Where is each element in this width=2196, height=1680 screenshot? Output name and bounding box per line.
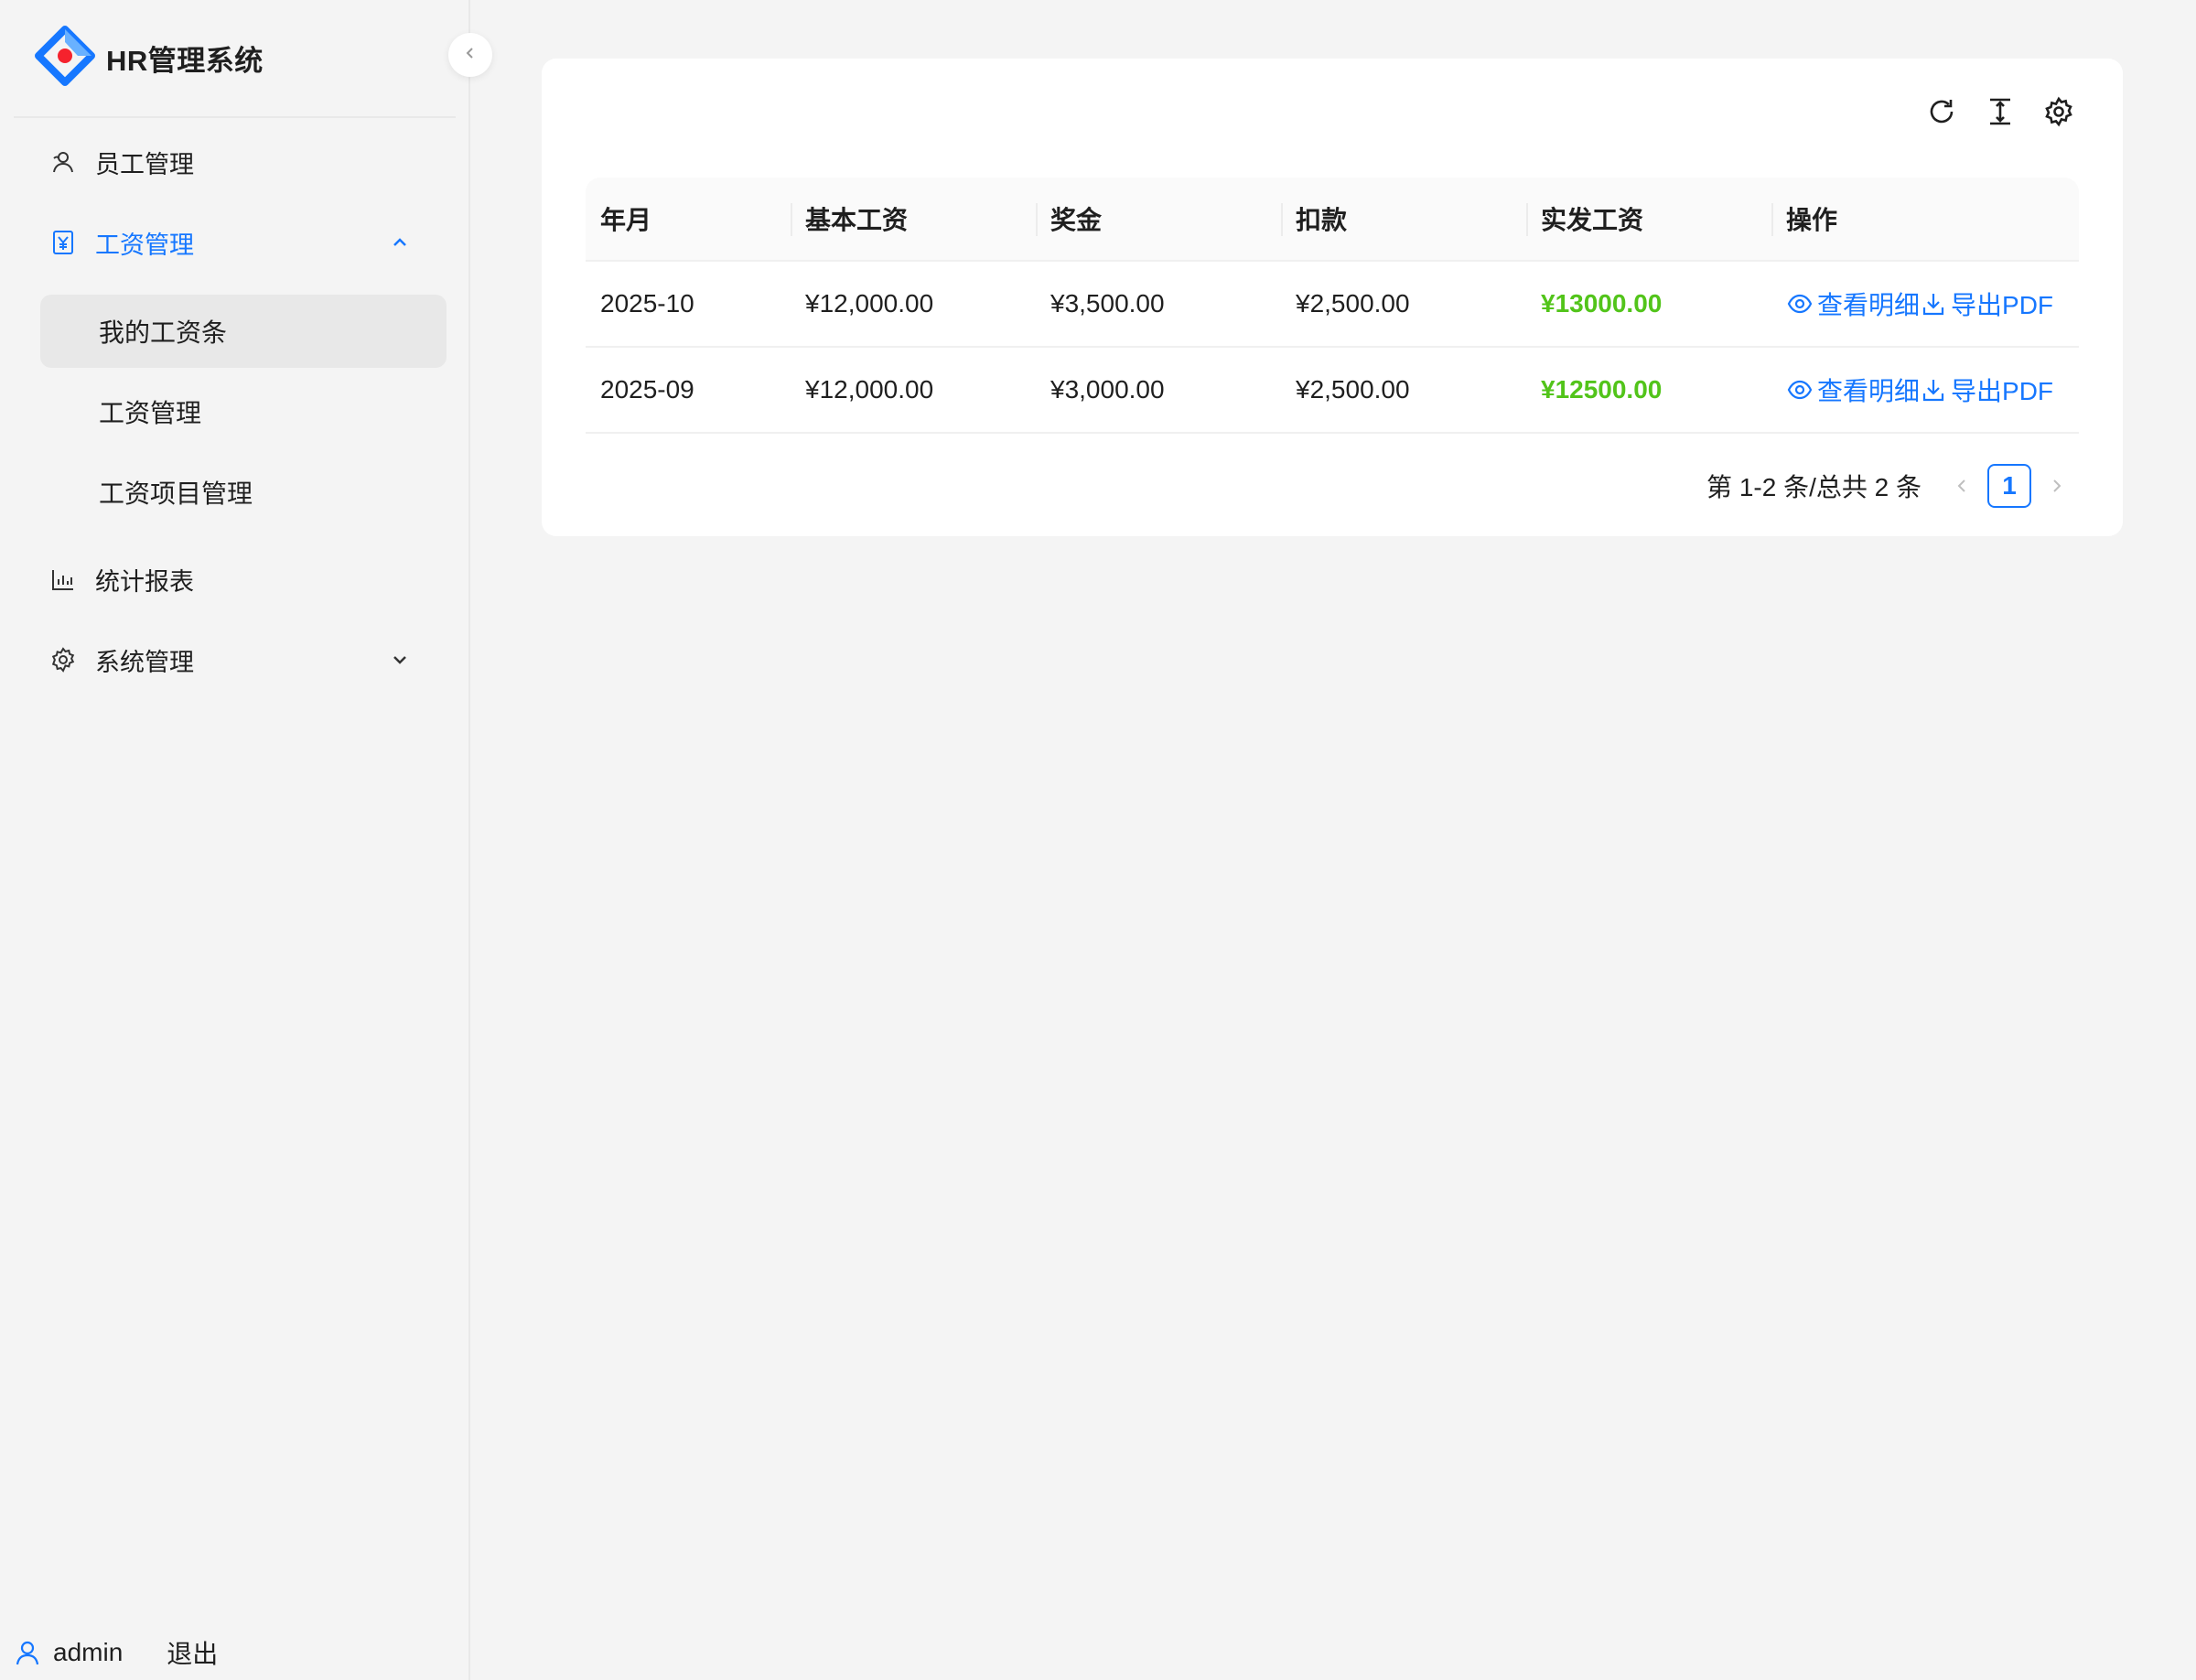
sidebar-subitem-label: 工资项目管理 bbox=[99, 479, 253, 508]
cell-bonus: ¥3,500.00 bbox=[1050, 289, 1165, 318]
eye-icon bbox=[1786, 376, 1814, 404]
column-header-label: 奖金 bbox=[1050, 206, 1103, 234]
cell-deduction: ¥2,500.00 bbox=[1296, 289, 1410, 318]
logout-button[interactable]: 退出 bbox=[167, 1634, 218, 1671]
table-toolbar bbox=[1925, 95, 2075, 128]
sidebar-item-salary[interactable]: 工资管理 bbox=[40, 210, 434, 275]
column-separator bbox=[1526, 203, 1528, 236]
page-number-current[interactable]: 1 bbox=[1987, 464, 2031, 508]
column-separator bbox=[1281, 203, 1283, 236]
payslip-card: 年月 基本工资 奖金 扣款 实发工资 操作 2025-10 ¥12,000.00… bbox=[542, 59, 2123, 536]
view-details-link[interactable]: 查看明细 bbox=[1786, 285, 1920, 322]
cell-bonus: ¥3,000.00 bbox=[1050, 375, 1165, 404]
sidebar-subitem-label: 工资管理 bbox=[99, 399, 202, 427]
cell-month: 2025-10 bbox=[600, 289, 694, 318]
chevron-down-icon bbox=[388, 648, 412, 672]
logo-icon bbox=[35, 25, 95, 91]
column-separator bbox=[1771, 203, 1773, 236]
user-icon bbox=[13, 1638, 42, 1667]
chevron-up-icon bbox=[388, 231, 412, 254]
pagination: 第 1-2 条/总共 2 条 1 bbox=[1706, 463, 2073, 509]
collapse-sidebar-button[interactable] bbox=[448, 33, 492, 77]
sidebar-item-system[interactable]: 系统管理 bbox=[40, 628, 434, 692]
chevron-left-icon bbox=[461, 44, 479, 67]
cell-net-pay: ¥12500.00 bbox=[1541, 375, 1663, 404]
user-bar: admin 退出 bbox=[13, 1631, 218, 1675]
sidebar-item-label: 员工管理 bbox=[95, 150, 194, 178]
username[interactable]: admin bbox=[53, 1638, 123, 1667]
sidebar-subitem-label: 我的工资条 bbox=[99, 318, 228, 347]
table-row: 2025-09 ¥12,000.00 ¥3,000.00 ¥2,500.00 ¥… bbox=[586, 348, 2079, 434]
column-header-label: 实发工资 bbox=[1541, 206, 1644, 234]
sidebar-item-employees[interactable]: 员工管理 bbox=[40, 130, 434, 194]
view-details-label: 查看明细 bbox=[1817, 291, 1921, 319]
pagination-total: 第 1-2 条/总共 2 条 bbox=[1706, 473, 1922, 501]
column-height-icon[interactable] bbox=[1984, 95, 2017, 128]
column-header-label: 扣款 bbox=[1296, 206, 1348, 234]
export-pdf-link[interactable]: 导出PDF bbox=[1920, 372, 2053, 408]
sidebar-item-reports[interactable]: 统计报表 bbox=[40, 547, 434, 611]
eye-icon bbox=[1786, 290, 1814, 318]
export-pdf-label: 导出PDF bbox=[1951, 377, 2054, 405]
prev-page-icon[interactable] bbox=[1945, 469, 1978, 502]
next-page-icon[interactable] bbox=[2040, 469, 2073, 502]
cell-base-salary: ¥12,000.00 bbox=[805, 289, 934, 318]
cell-actions: 查看明细 导出PDF bbox=[1771, 262, 2079, 346]
sidebar-subitem-my-payslip[interactable]: 我的工资条 bbox=[40, 295, 447, 368]
cell-actions: 查看明细 导出PDF bbox=[1771, 348, 2079, 432]
brand[interactable]: HR管理系统 bbox=[35, 25, 264, 91]
column-header-deduction[interactable]: 扣款 bbox=[1281, 178, 1526, 260]
export-pdf-label: 导出PDF bbox=[1951, 291, 2054, 319]
table-row: 2025-10 ¥12,000.00 ¥3,500.00 ¥2,500.00 ¥… bbox=[586, 262, 2079, 348]
cell-base-salary: ¥12,000.00 bbox=[805, 375, 934, 404]
sidebar: HR管理系统 员工管理 工资管理 我的工资条 工资管理 工资项目管理 统计报表 … bbox=[0, 0, 470, 1680]
column-header-bonus[interactable]: 奖金 bbox=[1036, 178, 1281, 260]
column-header-month[interactable]: 年月 bbox=[586, 178, 791, 260]
column-separator bbox=[791, 203, 792, 236]
export-pdf-link[interactable]: 导出PDF bbox=[1920, 285, 2053, 322]
sidebar-item-label: 工资管理 bbox=[95, 231, 194, 259]
cell-net-pay: ¥13000.00 bbox=[1541, 289, 1663, 318]
sidebar-subitem-salary-items[interactable]: 工资项目管理 bbox=[40, 456, 447, 529]
column-header-actions: 操作 bbox=[1771, 178, 2079, 260]
brand-divider bbox=[14, 116, 456, 118]
settings-icon bbox=[49, 646, 77, 673]
refresh-icon[interactable] bbox=[1925, 95, 1958, 128]
column-header-net-pay[interactable]: 实发工资 bbox=[1526, 178, 1771, 260]
bar-chart-icon bbox=[49, 565, 77, 593]
app-title: HR管理系统 bbox=[106, 44, 264, 77]
download-icon bbox=[1920, 290, 1947, 318]
column-separator bbox=[1036, 203, 1038, 236]
cell-deduction: ¥2,500.00 bbox=[1296, 375, 1410, 404]
yen-icon bbox=[49, 229, 77, 256]
sidebar-item-label: 系统管理 bbox=[95, 648, 194, 676]
sidebar-item-label: 统计报表 bbox=[95, 567, 194, 596]
view-details-label: 查看明细 bbox=[1817, 377, 1921, 405]
sidebar-subitem-salary-management[interactable]: 工资管理 bbox=[40, 375, 447, 448]
column-header-base-salary[interactable]: 基本工资 bbox=[791, 178, 1036, 260]
payslip-table: 年月 基本工资 奖金 扣款 实发工资 操作 2025-10 ¥12,000.00… bbox=[586, 178, 2079, 434]
cell-month: 2025-09 bbox=[600, 375, 694, 404]
column-header-label: 基本工资 bbox=[805, 206, 909, 234]
download-icon bbox=[1920, 376, 1947, 404]
gear-icon[interactable] bbox=[2042, 95, 2075, 128]
table-header: 年月 基本工资 奖金 扣款 实发工资 操作 bbox=[586, 178, 2079, 262]
view-details-link[interactable]: 查看明细 bbox=[1786, 372, 1920, 408]
users-icon bbox=[49, 148, 77, 176]
column-header-label: 操作 bbox=[1786, 206, 1838, 234]
